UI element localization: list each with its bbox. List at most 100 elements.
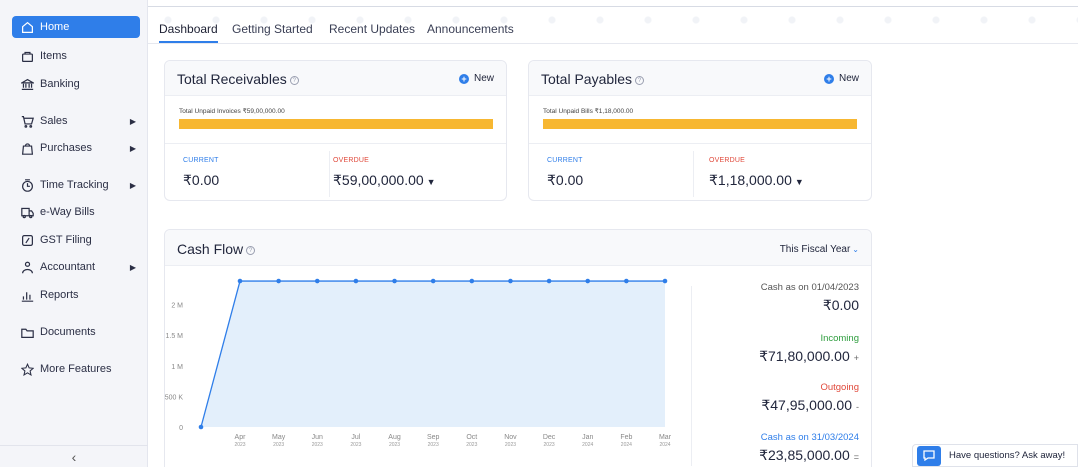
x-tick-year: 2023 — [389, 442, 400, 448]
x-tick-month: Aug — [388, 434, 401, 441]
items-icon — [20, 49, 34, 63]
x-tick-year: 2023 — [466, 442, 477, 448]
sidebar-item-accountant[interactable]: Accountant ▶ — [12, 256, 140, 278]
dashboard-tabs: Dashboard Getting Started Recent Updates… — [148, 0, 1078, 44]
bag-icon — [20, 141, 34, 155]
tab-announcements[interactable]: Announcements — [427, 22, 514, 36]
caret-right-icon: ▶ — [129, 143, 136, 153]
chevron-left-icon: ‹ — [71, 448, 77, 465]
sidebar-item-label: Purchases — [40, 142, 92, 154]
sidebar-item-purchases[interactable]: Purchases ▶ — [12, 137, 140, 159]
x-tick-month: Sep — [427, 434, 440, 441]
home-icon — [20, 20, 34, 34]
x-tick-month: Dec — [543, 434, 556, 441]
sidebar-item-sales[interactable]: Sales ▶ — [12, 110, 140, 132]
chevron-down-icon: ⌄ — [852, 245, 859, 254]
sidebar: Home Items Banking Sales ▶ Purchases ▶ T… — [0, 0, 148, 467]
sidebar-item-more-features[interactable]: More Features — [12, 358, 140, 380]
new-bill-button[interactable]: + New — [823, 73, 859, 84]
receivables-overdue-bar[interactable] — [179, 119, 493, 129]
user-icon — [20, 260, 34, 274]
plus-icon: + — [458, 73, 469, 84]
cashflow-card: Cash Flow? This Fiscal Year ⌄ 0 500 K 1 M 1.… — [164, 229, 872, 467]
sidebar-item-eway-bills[interactable]: e-Way Bills — [12, 201, 140, 223]
closing-cash: Cash as on 31/03/2024 ₹23,85,000.00 = — [759, 432, 859, 463]
data-point — [392, 278, 397, 284]
x-tick-year: 2023 — [544, 442, 555, 448]
data-point — [353, 278, 359, 284]
caret-down-icon: ▼ — [426, 177, 436, 187]
sidebar-item-label: Banking — [40, 78, 80, 90]
sidebar-item-label: Time Tracking — [40, 179, 109, 191]
cart-icon — [20, 114, 34, 128]
cashflow-title: Cash Flow? — [177, 241, 256, 257]
unpaid-invoices-text: Total Unpaid Invoices ₹59,00,000.00 — [179, 108, 285, 115]
caret-right-icon: ▶ — [129, 116, 136, 126]
clock-icon — [20, 178, 34, 192]
x-tick-month: Feb — [620, 434, 632, 441]
payables-overdue-bar[interactable] — [543, 119, 857, 129]
chat-widget[interactable]: Have questions? Ask away! — [912, 444, 1078, 467]
chat-icon — [917, 445, 941, 466]
x-tick-year: 2023 — [505, 442, 516, 448]
receivables-card: Total Receivables? + New Total Unpaid Inv… — [164, 60, 507, 201]
x-tick-year: 2023 — [428, 442, 439, 448]
sidebar-item-documents[interactable]: Documents — [12, 321, 140, 343]
overdue-amount[interactable]: ₹1,18,000.00 ▼ — [709, 172, 804, 189]
sidebar-item-label: Reports — [40, 289, 79, 301]
y-tick-label: 500 K — [165, 394, 183, 401]
caret-down-icon: ▼ — [794, 177, 804, 187]
period-dropdown[interactable]: This Fiscal Year ⌄ — [780, 244, 859, 255]
data-point — [624, 278, 629, 284]
x-tick-year: 2024 — [621, 442, 632, 448]
sidebar-item-reports[interactable]: Reports — [12, 284, 140, 306]
sidebar-item-label: Home — [40, 21, 70, 33]
opening-cash: Cash as on 01/04/2023 ₹0.00 — [760, 282, 859, 313]
help-icon[interactable]: ? — [635, 75, 645, 85]
tab-getting-started[interactable]: Getting Started — [232, 22, 313, 36]
x-tick-month: Oct — [466, 434, 477, 441]
sidebar-item-label: More Features — [40, 363, 112, 375]
sidebar-item-label: GST Filing — [40, 234, 92, 246]
sidebar-item-label: e-Way Bills — [40, 206, 95, 218]
receivables-title: Total Receivables? — [177, 71, 299, 87]
data-point — [508, 278, 513, 284]
sidebar-item-home[interactable]: Home — [12, 16, 140, 38]
x-tick-year: 2024 — [659, 442, 670, 448]
truck-icon — [20, 205, 34, 219]
caret-right-icon: ▶ — [129, 262, 136, 272]
overdue-label: OVERDUE — [709, 157, 746, 164]
x-tick-year: 2023 — [234, 442, 245, 448]
folder-icon — [20, 325, 34, 339]
y-tick-label: 2 M — [171, 303, 183, 310]
x-tick-month: Jan — [582, 434, 593, 441]
collapse-sidebar-button[interactable]: ‹ — [0, 445, 148, 467]
tab-dashboard[interactable]: Dashboard — [159, 22, 218, 43]
x-tick-month: May — [272, 434, 286, 441]
sidebar-item-items[interactable]: Items — [12, 45, 140, 67]
data-point — [662, 278, 668, 284]
data-point — [469, 278, 475, 284]
sidebar-item-banking[interactable]: Banking — [12, 73, 140, 95]
new-invoice-button[interactable]: + New — [458, 73, 494, 84]
unpaid-bills-text: Total Unpaid Bills ₹1,18,000.00 — [543, 108, 634, 115]
x-tick-year: 2024 — [582, 442, 593, 448]
current-amount: ₹0.00 — [547, 172, 584, 188]
help-icon[interactable]: ? — [289, 75, 299, 85]
tab-recent-updates[interactable]: Recent Updates — [329, 22, 415, 36]
data-point — [585, 278, 591, 284]
sidebar-item-label: Sales — [40, 115, 68, 127]
bank-icon — [20, 77, 34, 91]
gst-icon — [20, 233, 34, 247]
sidebar-item-time-tracking[interactable]: Time Tracking ▶ — [12, 174, 140, 196]
overdue-amount[interactable]: ₹59,00,000.00 ▼ — [333, 172, 436, 189]
x-tick-year: 2023 — [350, 442, 361, 448]
x-tick-month: Apr — [235, 434, 247, 441]
current-label: CURRENT — [547, 157, 583, 164]
plus-icon: + — [823, 73, 834, 84]
reports-icon — [20, 288, 34, 302]
x-tick-month: Jun — [312, 434, 323, 441]
data-point — [430, 278, 436, 284]
help-icon[interactable]: ? — [246, 245, 256, 255]
sidebar-item-gst-filing[interactable]: GST Filing — [12, 229, 140, 251]
